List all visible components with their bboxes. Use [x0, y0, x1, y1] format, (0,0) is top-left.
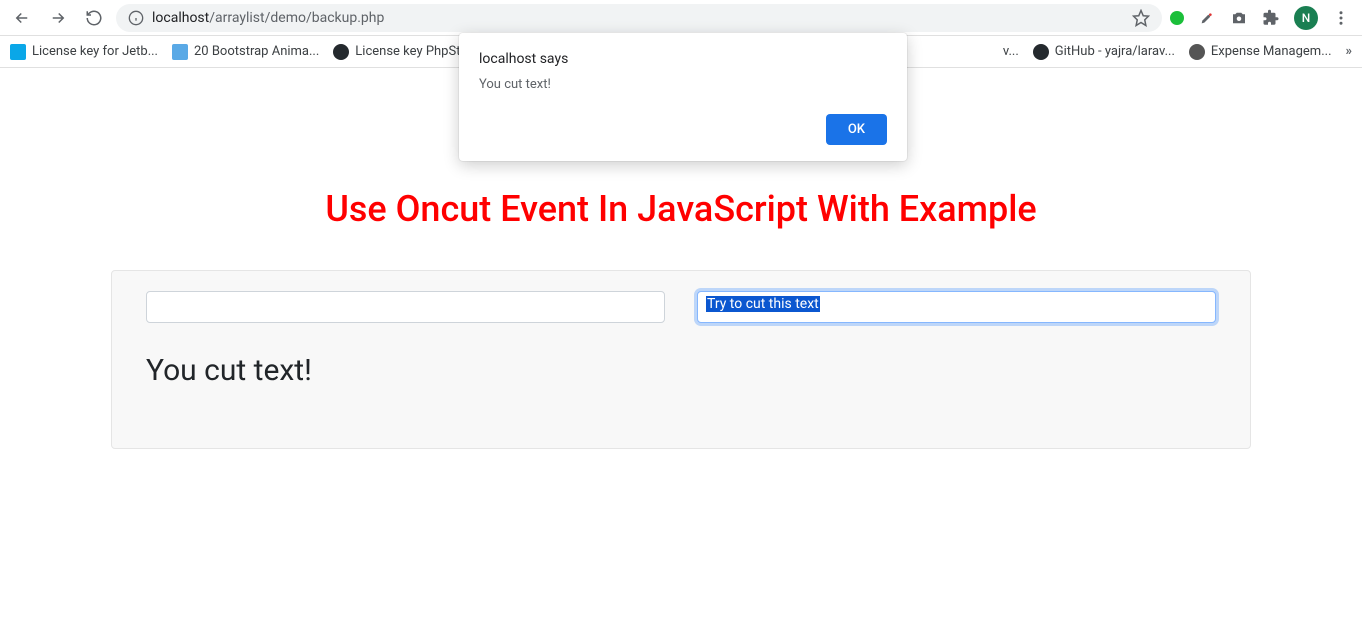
bookmark-label: License key for Jetb... — [32, 44, 158, 59]
toolbar-right: N — [1170, 6, 1354, 30]
url-path: /arraylist/demo/backup.php — [209, 10, 384, 26]
truncated-bookmark-text: v... — [1003, 44, 1019, 59]
browser-toolbar: localhost/arraylist/demo/backup.php N — [0, 0, 1362, 36]
extension-green-icon[interactable] — [1170, 11, 1184, 25]
camera-icon[interactable] — [1230, 9, 1248, 27]
arrow-right-icon — [49, 9, 67, 27]
bookmark-item[interactable]: 20 Bootstrap Anima... — [172, 44, 319, 60]
bookmark-favicon — [1033, 44, 1049, 60]
arrow-left-icon — [13, 9, 31, 27]
bookmark-item[interactable]: GitHub - yajra/larav... — [1033, 44, 1175, 60]
bookmark-item[interactable]: License key for Jetb... — [10, 44, 158, 60]
bookmark-favicon — [172, 44, 188, 60]
result-text: You cut text! — [146, 353, 1216, 388]
eyedropper-icon[interactable] — [1198, 9, 1216, 27]
inputs-row: Try to cut this text — [146, 291, 1216, 323]
bookmarks-overflow-icon[interactable]: » — [1346, 44, 1353, 59]
page-title: Use Oncut Event In JavaScript With Examp… — [0, 188, 1362, 230]
star-icon[interactable] — [1132, 9, 1150, 27]
url-text: localhost/arraylist/demo/backup.php — [152, 10, 1124, 26]
input-right[interactable]: Try to cut this text — [697, 291, 1216, 323]
address-bar[interactable]: localhost/arraylist/demo/backup.php — [116, 4, 1162, 32]
bookmark-item[interactable]: Expense Managem... — [1189, 44, 1332, 60]
alert-title: localhost says — [479, 51, 887, 67]
back-button[interactable] — [8, 4, 36, 32]
bookmark-label: Expense Managem... — [1211, 44, 1332, 59]
alert-message: You cut text! — [479, 77, 887, 92]
bookmark-favicon — [1189, 44, 1205, 60]
bookmark-label: 20 Bootstrap Anima... — [194, 44, 319, 59]
profile-avatar[interactable]: N — [1294, 6, 1318, 30]
site-info-icon[interactable] — [128, 10, 144, 26]
alert-ok-button[interactable]: OK — [826, 114, 887, 145]
bookmark-favicon — [333, 44, 349, 60]
forward-button[interactable] — [44, 4, 72, 32]
url-host: localhost — [152, 10, 209, 26]
bookmark-label: GitHub - yajra/larav... — [1055, 44, 1175, 59]
alert-actions: OK — [479, 114, 887, 145]
reload-icon — [85, 9, 103, 27]
input-left[interactable] — [146, 291, 665, 323]
reload-button[interactable] — [80, 4, 108, 32]
bookmark-favicon — [10, 44, 26, 60]
input-right-selection: Try to cut this text — [706, 296, 820, 312]
alert-dialog: localhost says You cut text! OK — [459, 33, 907, 161]
extensions-icon[interactable] — [1262, 9, 1280, 27]
menu-icon[interactable] — [1332, 9, 1350, 27]
demo-panel: Try to cut this text You cut text! — [111, 270, 1251, 449]
